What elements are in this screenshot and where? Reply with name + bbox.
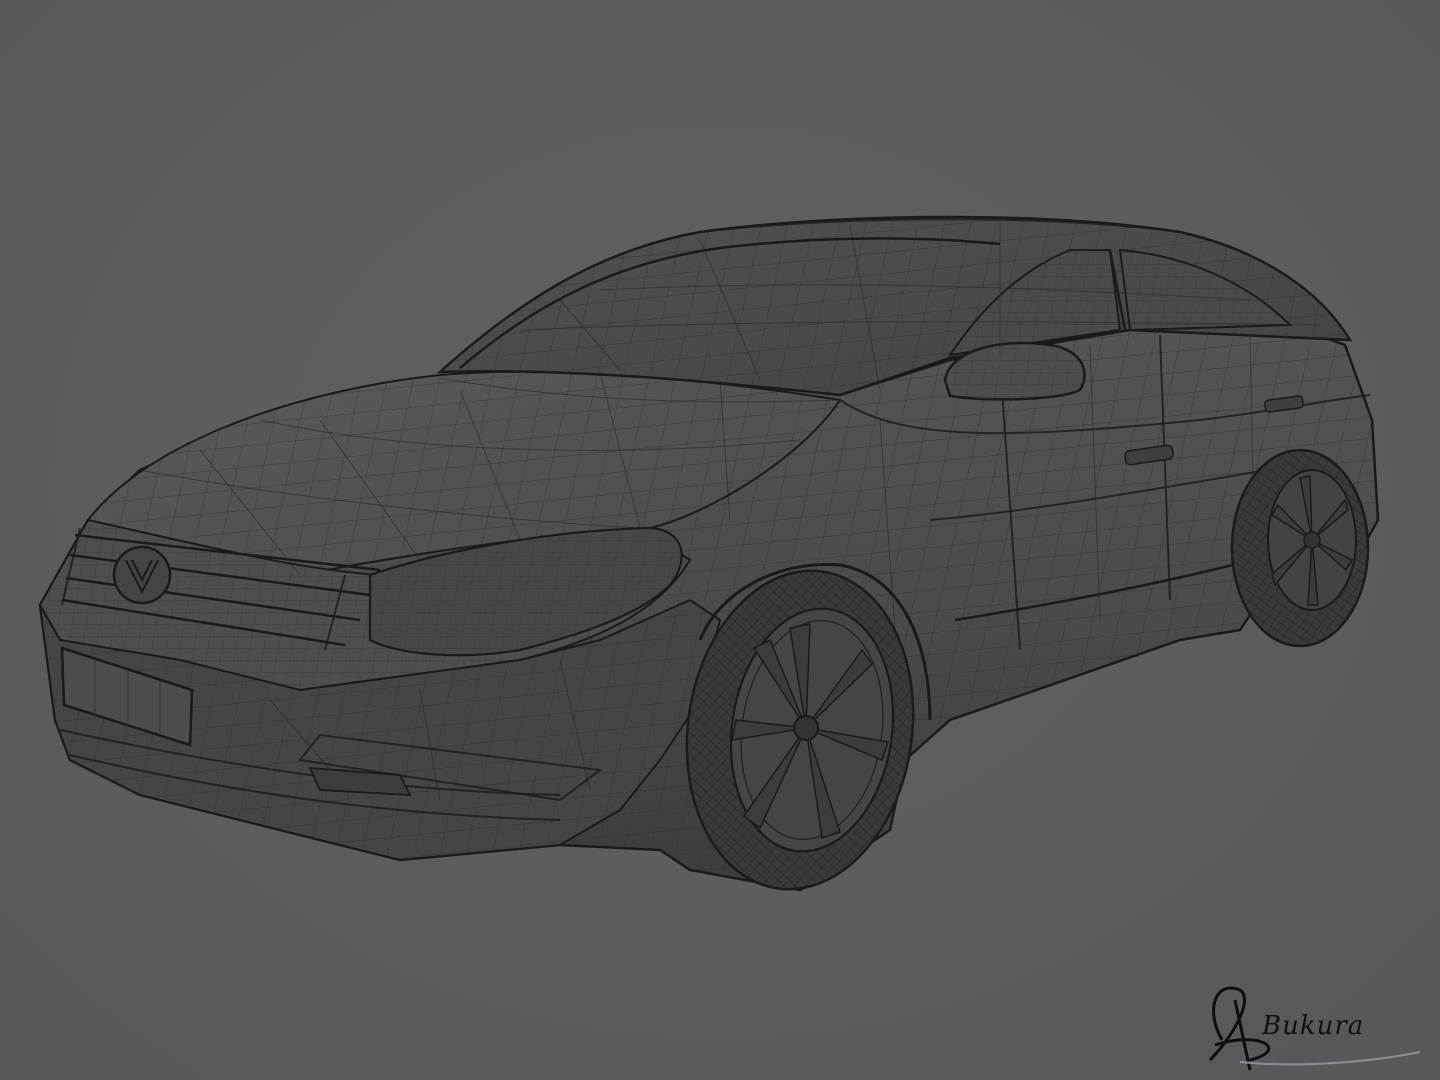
signature-text: Bukura [1261,1011,1364,1041]
car-model: Bukura [38,215,1421,1071]
rear-wheel [1230,448,1370,648]
render-viewport: Bukura [0,0,1440,1080]
artist-signature: Bukura [1208,986,1421,1071]
emblem [112,545,172,605]
